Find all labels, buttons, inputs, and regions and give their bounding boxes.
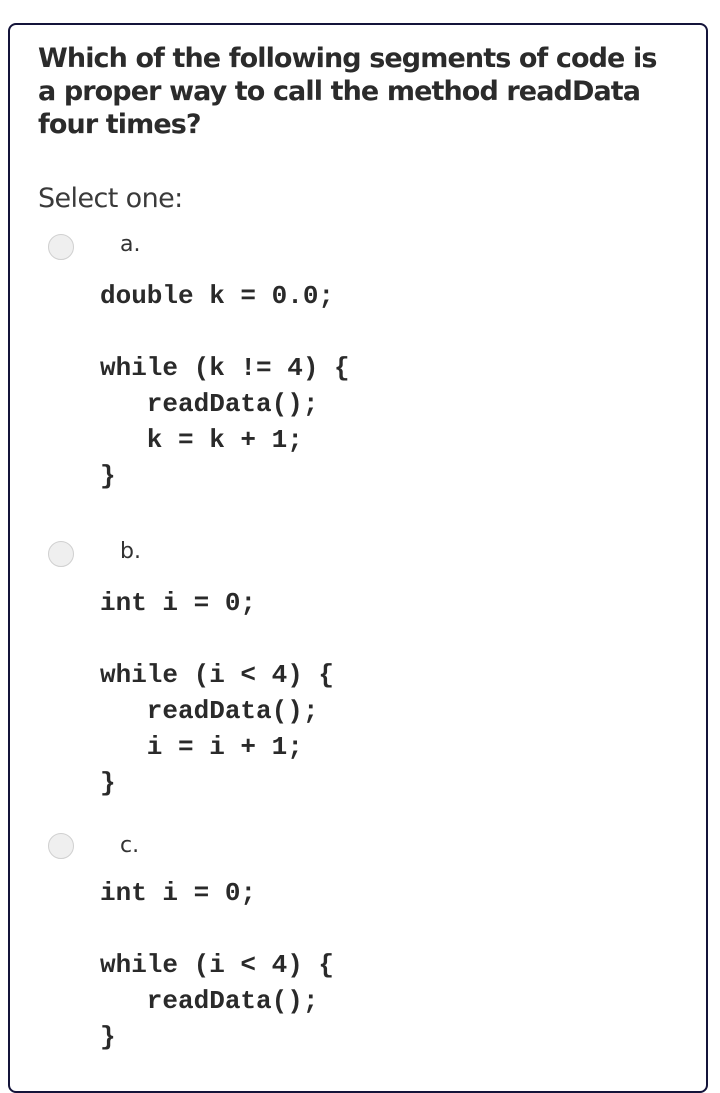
code-line: readData(); [100,986,319,1016]
code-line: double k = 0.0; [100,281,335,311]
code-line: readData(); [100,696,319,726]
code-line: } [100,768,116,798]
code-snippet-b: int i = 0; while (i < 4) { readData(); i… [100,585,334,801]
question-card: Which of the following segments of code … [8,23,708,1093]
code-line: while (i < 4) { [100,660,335,690]
radio-button-c[interactable] [48,833,74,859]
code-snippet-c: int i = 0; while (i < 4) { readData();} [100,875,334,1055]
code-line: int i = 0; [100,588,257,618]
code-snippet-a: double k = 0.0; while (k != 4) { readDat… [100,278,350,494]
code-line: i = i + 1; [100,732,303,762]
question-text: Which of the following segments of code … [38,43,657,140]
code-line: } [100,1022,116,1052]
code-line: while (i < 4) { [100,950,335,980]
option-label-b: b. [120,539,141,564]
code-line: int i = 0; [100,878,257,908]
code-line: } [100,461,116,491]
radio-button-a[interactable] [48,234,74,260]
radio-button-b[interactable] [48,541,74,567]
option-label-c: c. [120,833,140,858]
code-line: k = k + 1; [100,425,303,455]
option-label-a: a. [120,232,141,257]
select-one-prompt: Select one: [38,183,183,214]
code-line: readData(); [100,389,319,419]
code-line: while (k != 4) { [100,353,350,383]
